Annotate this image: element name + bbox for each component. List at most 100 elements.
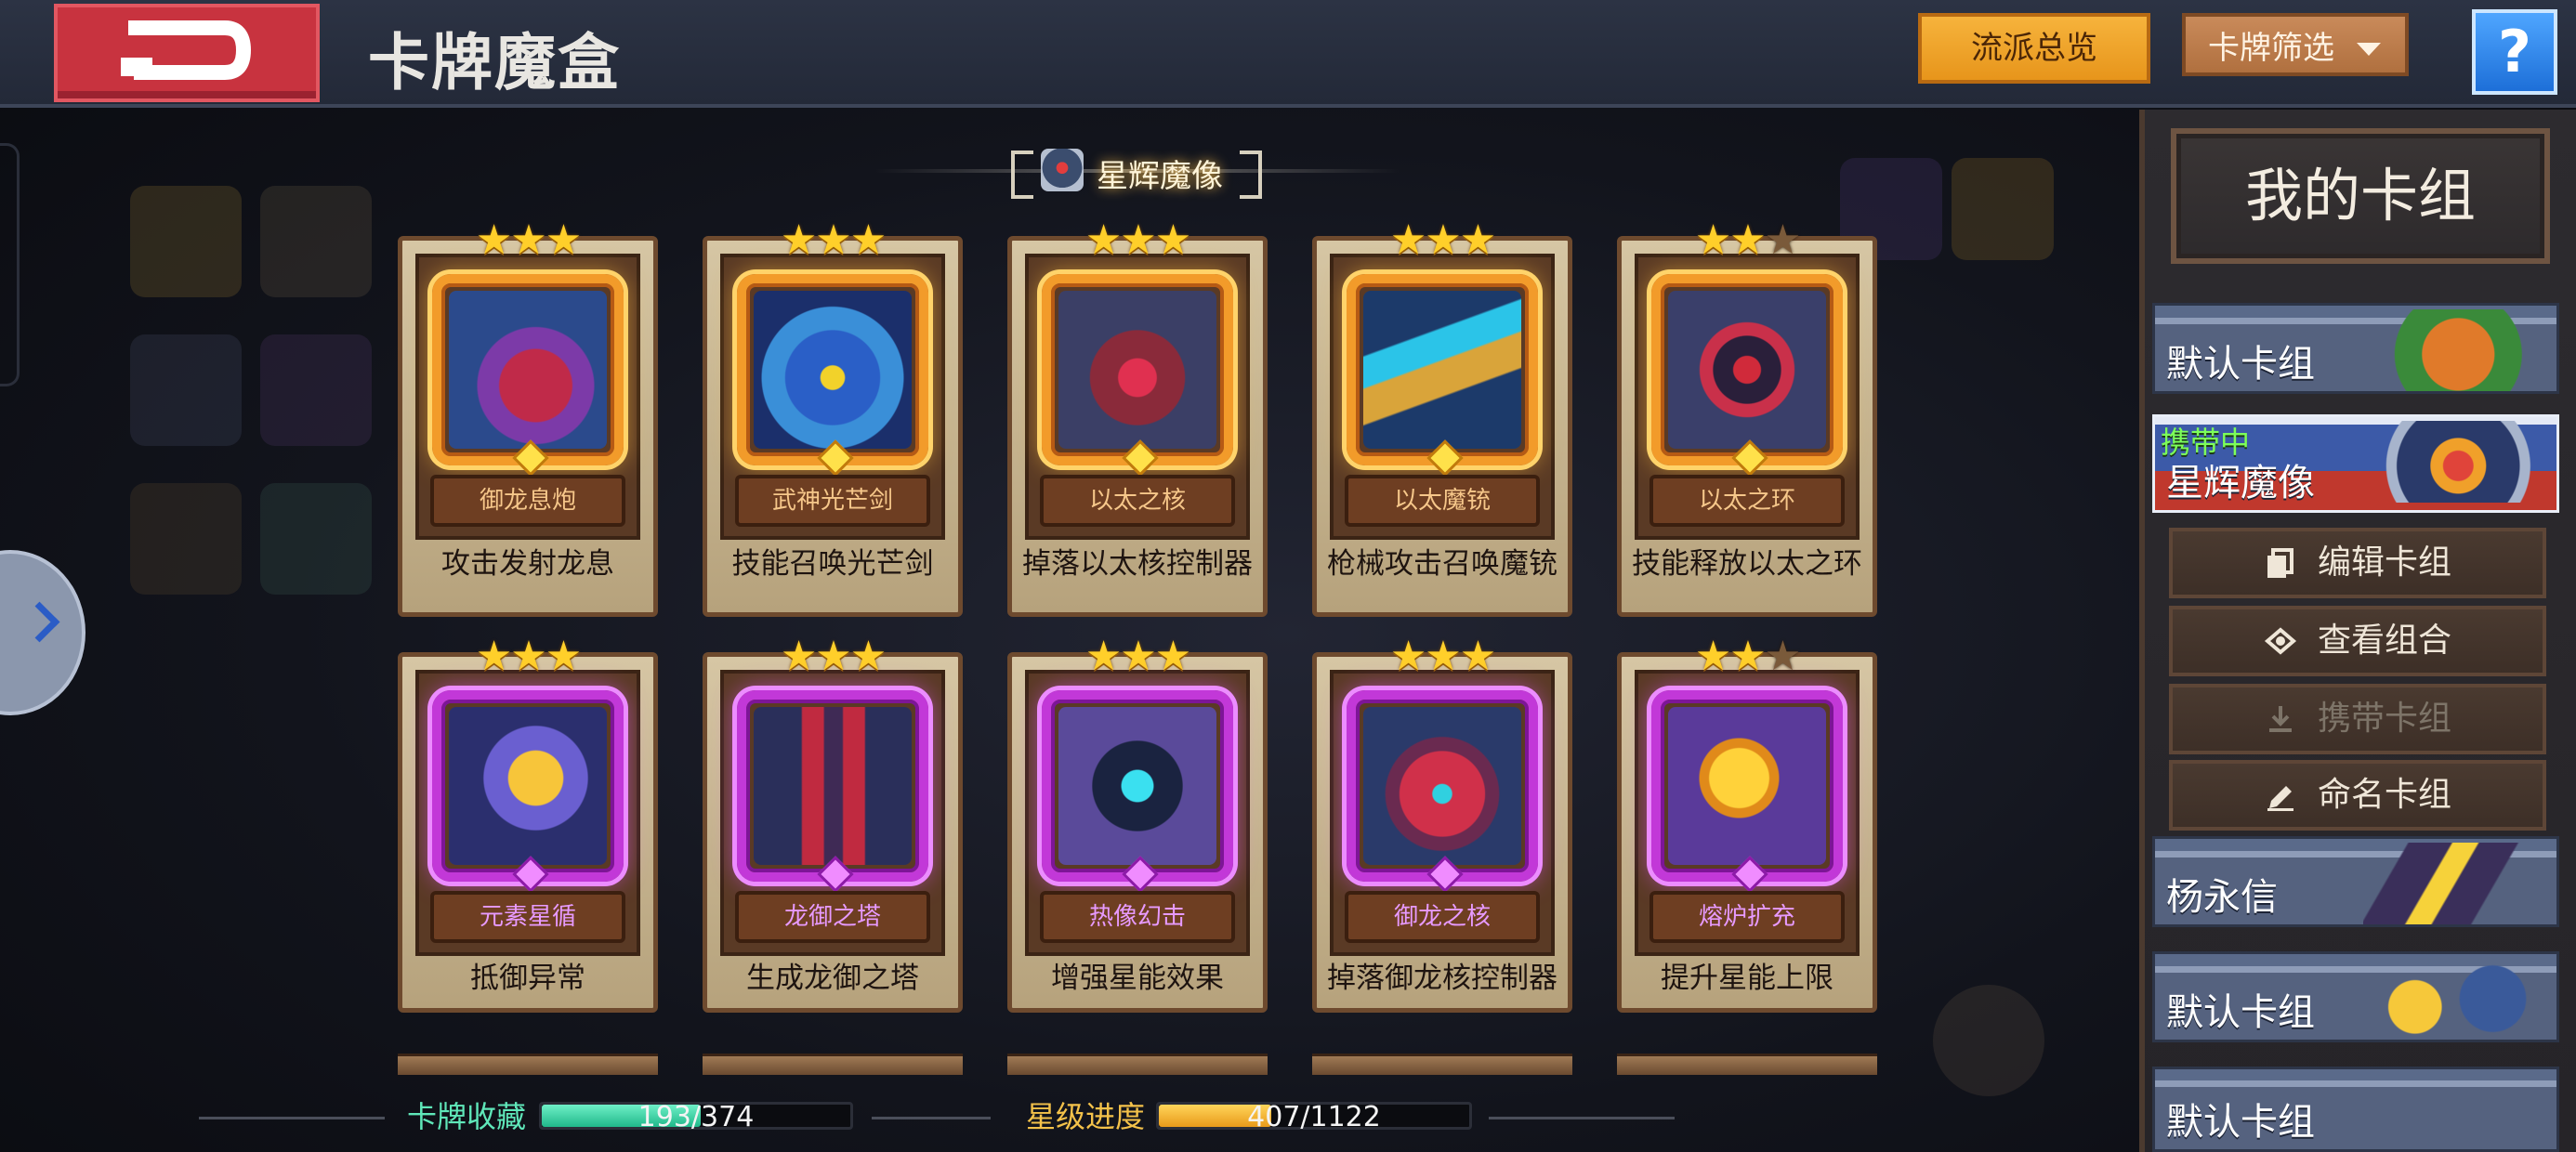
chevron-down-icon bbox=[2357, 43, 2381, 56]
carry-deck-label: 携带卡组 bbox=[2318, 700, 2452, 738]
background-decoration bbox=[260, 483, 372, 595]
card[interactable]: ★★★ 热像幻击 增强星能效果 bbox=[1007, 636, 1268, 1013]
card-effect: 技能释放以太之环 bbox=[1632, 547, 1862, 581]
card[interactable]: ★★★ 以太之核 掉落以太核控制器 bbox=[1007, 220, 1268, 617]
edit-deck-button[interactable]: 编辑卡组 bbox=[2169, 528, 2546, 598]
gold-coin-portrait-icon bbox=[2363, 958, 2536, 1040]
element-shield-icon bbox=[449, 707, 607, 865]
thermal-illusion-icon bbox=[1058, 707, 1216, 865]
card[interactable]: ★★★ 武神光芒剑 技能召唤光芒剑 bbox=[703, 220, 963, 617]
star-rating: ★★★ bbox=[1694, 633, 1801, 680]
deck-name: 默认卡组 bbox=[2166, 343, 2315, 386]
mecha-hero-portrait-icon bbox=[2363, 421, 2536, 503]
card-name: 御龙息炮 bbox=[430, 475, 625, 527]
star-progress-text: 407/1122 bbox=[1247, 1101, 1381, 1133]
card[interactable]: ★★★ 御龙之核 掉落御龙核控制器 bbox=[1312, 636, 1572, 1013]
download-icon bbox=[2269, 706, 2292, 732]
background-decoration bbox=[1952, 158, 2054, 260]
card-effect: 抵御异常 bbox=[470, 962, 585, 995]
card-frame bbox=[1651, 690, 1843, 893]
star-rating: ★★★ bbox=[1694, 216, 1801, 264]
deck-item[interactable]: 杨永信 bbox=[2152, 836, 2559, 927]
deck-name: 杨永信 bbox=[2166, 876, 2278, 919]
card[interactable]: ★★★ 龙御之塔 生成龙御之塔 bbox=[703, 636, 963, 1013]
chevron-right-icon bbox=[19, 601, 60, 643]
deck-item[interactable]: 默认卡组 bbox=[2152, 303, 2559, 394]
ether-ring-icon bbox=[1668, 291, 1826, 449]
star-progress-bar: 407/1122 bbox=[1156, 1101, 1472, 1133]
help-button[interactable]: ? bbox=[2472, 9, 2557, 95]
deck-item[interactable]: 默认卡组 bbox=[2152, 951, 2559, 1042]
star-rating: ★★★ bbox=[780, 633, 887, 680]
deck-item[interactable]: 默认卡组 bbox=[2152, 1067, 2559, 1152]
card-frame bbox=[1042, 690, 1233, 893]
card-peek bbox=[398, 1054, 658, 1075]
card-frame bbox=[1347, 690, 1538, 893]
star-rating: ★★★ bbox=[475, 633, 582, 680]
card-name: 以太之环 bbox=[1649, 475, 1845, 527]
card-frame bbox=[1042, 274, 1233, 477]
card-peek bbox=[1617, 1054, 1877, 1075]
collection-progress-text: 193/374 bbox=[637, 1101, 755, 1133]
card-name: 御龙之核 bbox=[1345, 891, 1540, 943]
background-decoration bbox=[260, 186, 372, 297]
card-peek bbox=[703, 1054, 963, 1075]
section-header: 星辉魔像 bbox=[1011, 143, 1262, 199]
view-combos-label: 查看组合 bbox=[2318, 622, 2452, 660]
dragon-core-icon bbox=[1363, 707, 1521, 865]
progress-divider bbox=[199, 1117, 385, 1119]
previous-page-button[interactable] bbox=[0, 550, 85, 715]
bracket-right bbox=[1240, 151, 1262, 199]
light-sword-icon bbox=[754, 291, 912, 449]
background-decoration bbox=[130, 186, 242, 297]
card[interactable]: ★★★ 熔炉扩充 提升星能上限 bbox=[1617, 636, 1877, 1013]
card-name: 熔炉扩充 bbox=[1649, 891, 1845, 943]
progress-divider bbox=[872, 1117, 991, 1119]
mecha-emblem-icon bbox=[1041, 149, 1084, 191]
game-screen: 卡牌魔盒 流派总览 卡牌筛选 ? 星辉魔像 ★★★ 御龙息炮 攻击发射龙息 ★★… bbox=[0, 0, 2576, 1152]
card-name: 以太之核 bbox=[1040, 475, 1235, 527]
card-name: 热像幻击 bbox=[1040, 891, 1235, 943]
edit-deck-label: 编辑卡组 bbox=[2318, 543, 2452, 582]
back-button[interactable] bbox=[54, 4, 320, 102]
background-decoration bbox=[1933, 985, 2044, 1096]
card-name: 武神光芒剑 bbox=[735, 475, 930, 527]
dragon-cannon-icon bbox=[449, 291, 607, 449]
deck-name: 默认卡组 bbox=[2166, 991, 2315, 1034]
card[interactable]: ★★★ 以太之环 技能释放以太之环 bbox=[1617, 220, 1877, 617]
star-rating: ★★★ bbox=[1084, 633, 1191, 680]
star-rating: ★★★ bbox=[780, 216, 887, 264]
card-filter-label: 卡牌筛选 bbox=[2208, 30, 2334, 67]
rename-deck-button[interactable]: 命名卡组 bbox=[2169, 760, 2546, 831]
card-effect: 技能召唤光芒剑 bbox=[731, 547, 934, 581]
card-peek bbox=[1007, 1054, 1268, 1075]
ether-core-icon bbox=[1058, 291, 1216, 449]
genre-overview-button[interactable]: 流派总览 bbox=[1918, 13, 2150, 84]
background-decoration bbox=[260, 334, 372, 446]
card-filter-dropdown[interactable]: 卡牌筛选 bbox=[2182, 13, 2409, 76]
card[interactable]: ★★★ 元素星循 抵御异常 bbox=[398, 636, 658, 1013]
card-effect: 掉落御龙核控制器 bbox=[1327, 962, 1557, 995]
rename-deck-label: 命名卡组 bbox=[2318, 776, 2452, 814]
pencil-icon bbox=[2267, 786, 2293, 811]
star-rating: ★★★ bbox=[1389, 216, 1496, 264]
page-title: 卡牌魔盒 bbox=[368, 27, 621, 98]
star-rating: ★★★ bbox=[1389, 633, 1496, 680]
card-name: 以太魔铳 bbox=[1345, 475, 1540, 527]
card[interactable]: ★★★ 御龙息炮 攻击发射龙息 bbox=[398, 220, 658, 617]
card-frame bbox=[1651, 274, 1843, 477]
my-deck-title: 我的卡组 bbox=[2171, 128, 2550, 264]
collection-label: 卡牌收藏 bbox=[407, 1099, 527, 1134]
carry-deck-button[interactable]: 携带卡组 bbox=[2169, 684, 2546, 754]
section-title: 星辉魔像 bbox=[1097, 158, 1223, 195]
card-name: 元素星循 bbox=[430, 891, 625, 943]
view-combos-button[interactable]: 查看组合 bbox=[2169, 606, 2546, 676]
card-name: 龙御之塔 bbox=[735, 891, 930, 943]
card-effect: 攻击发射龙息 bbox=[441, 547, 614, 581]
card-effect: 掉落以太核控制器 bbox=[1022, 547, 1253, 581]
card[interactable]: ★★★ 以太魔铳 枪械攻击召唤魔铳 bbox=[1312, 220, 1572, 617]
deck-item-active[interactable]: 携带中 星辉魔像 bbox=[2152, 414, 2559, 513]
lightning-portrait-icon bbox=[2363, 843, 2536, 924]
card-effect: 生成龙御之塔 bbox=[746, 962, 919, 995]
card-effect: 枪械攻击召唤魔铳 bbox=[1327, 547, 1557, 581]
